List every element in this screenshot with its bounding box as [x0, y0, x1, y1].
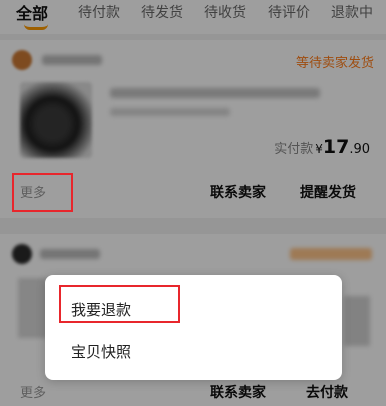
highlight-box-refund	[59, 285, 180, 323]
menu-item-item-snapshot[interactable]: 宝贝快照	[71, 341, 131, 362]
highlight-box-more	[12, 173, 73, 212]
